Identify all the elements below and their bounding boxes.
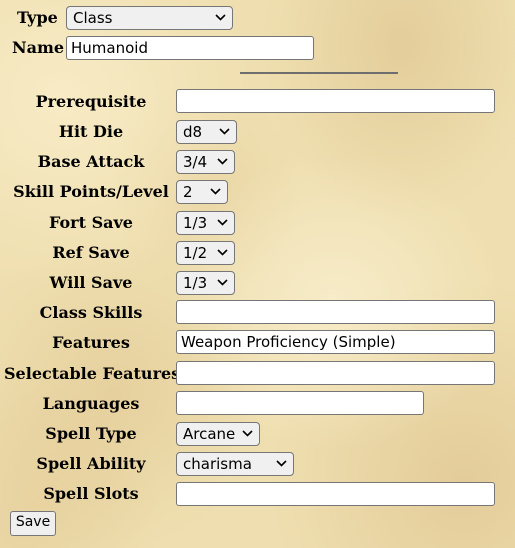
skill-points-label: Skill Points/Level — [13, 182, 169, 201]
name-label: Name — [12, 38, 65, 57]
save-button[interactable]: Save — [10, 511, 56, 536]
type-select-value: Class — [73, 9, 113, 27]
chevron-down-icon — [217, 219, 228, 226]
spell-slots-label: Spell Slots — [43, 484, 139, 503]
divider — [240, 72, 398, 74]
selectable-features-input[interactable] — [176, 361, 495, 385]
chevron-down-icon — [276, 460, 287, 467]
base-attack-label: Base Attack — [37, 152, 145, 171]
spell-ability-value: charisma — [183, 455, 252, 473]
class-skills-input[interactable] — [176, 300, 495, 324]
will-save-value: 1/3 — [183, 274, 208, 292]
name-input[interactable]: Humanoid — [66, 36, 314, 60]
chevron-down-icon — [210, 188, 221, 195]
base-attack-value: 3/4 — [183, 153, 208, 171]
spell-type-label: Spell Type — [45, 424, 137, 443]
ref-save-select[interactable]: 1/2 — [176, 241, 235, 265]
prerequisite-label: Prerequisite — [35, 92, 147, 111]
chevron-down-icon — [219, 128, 230, 135]
chevron-down-icon — [217, 249, 228, 256]
languages-label: Languages — [42, 394, 140, 413]
chevron-down-icon — [215, 14, 226, 21]
features-input[interactable]: Weapon Proficiency (Simple) — [176, 330, 495, 354]
prerequisite-input[interactable] — [176, 89, 495, 113]
fort-save-label: Fort Save — [49, 213, 133, 232]
hit-die-select[interactable]: d8 — [176, 120, 237, 144]
type-select[interactable]: Class — [66, 6, 233, 30]
spell-ability-label: Spell Ability — [36, 454, 146, 473]
hit-die-label: Hit Die — [58, 122, 124, 141]
ref-save-value: 1/2 — [183, 244, 208, 262]
languages-input[interactable] — [176, 391, 424, 415]
features-label: Features — [52, 333, 130, 352]
fort-save-select[interactable]: 1/3 — [176, 211, 235, 235]
selectable-features-label: Selectable Features — [4, 364, 181, 383]
spell-type-select[interactable]: Arcane — [176, 422, 260, 446]
skill-points-value: 2 — [183, 183, 193, 201]
chevron-down-icon — [217, 279, 228, 286]
class-skills-label: Class Skills — [39, 303, 143, 322]
will-save-select[interactable]: 1/3 — [176, 271, 235, 295]
skill-points-select[interactable]: 2 — [176, 180, 228, 204]
fort-save-value: 1/3 — [183, 214, 208, 232]
spell-type-value: Arcane — [183, 425, 236, 443]
spell-slots-input[interactable] — [176, 482, 495, 506]
chevron-down-icon — [217, 158, 228, 165]
hit-die-value: d8 — [183, 123, 203, 141]
base-attack-select[interactable]: 3/4 — [176, 150, 235, 174]
will-save-label: Will Save — [49, 273, 133, 292]
chevron-down-icon — [242, 430, 253, 437]
spell-ability-select[interactable]: charisma — [176, 452, 294, 476]
ref-save-label: Ref Save — [52, 243, 130, 262]
type-label: Type — [17, 8, 58, 27]
